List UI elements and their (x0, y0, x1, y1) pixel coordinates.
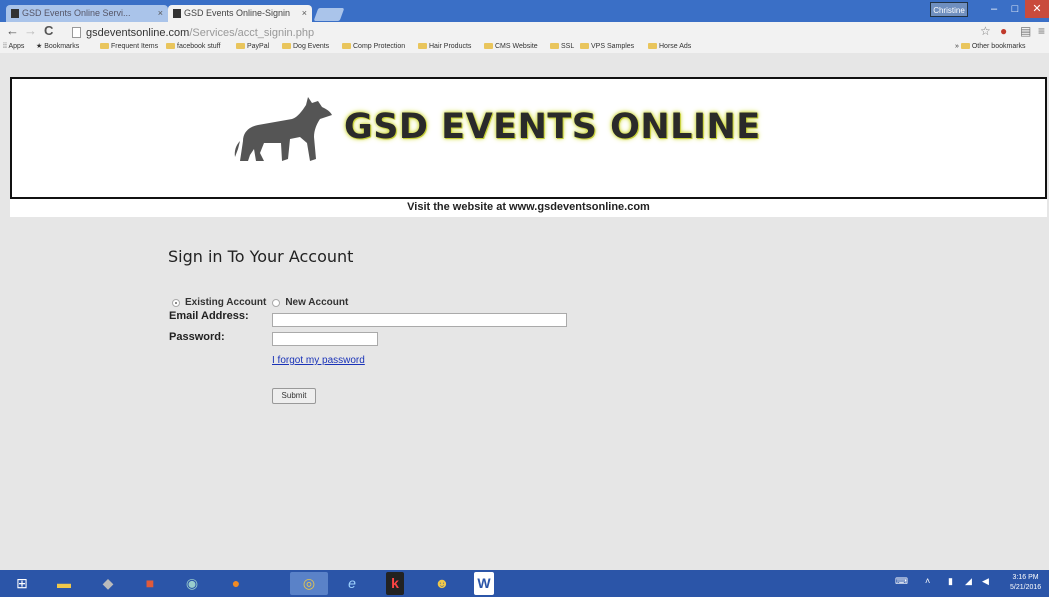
clock-date: 5/21/2016 (1010, 584, 1042, 591)
tab-gsd-events-online-signin[interactable]: GSD Events Online-Signin × (168, 5, 312, 22)
bookmarks-bar: ⁞⁞ Apps ★ Bookmarks Frequent Items faceb… (0, 41, 1049, 53)
new-account-label: New Account (285, 297, 349, 308)
folder-icon (236, 43, 245, 49)
bookmark-paypal[interactable]: PayPal (236, 41, 269, 53)
bookmark-vps-samples[interactable]: VPS Samples (580, 41, 634, 53)
folder-icon (550, 43, 559, 49)
site-banner: GSD EVENTS ONLINE (10, 77, 1047, 199)
address-domain: gsdeventsonline.com (86, 27, 190, 39)
chrome-icon[interactable]: ◎ (290, 572, 328, 595)
internet-explorer-icon[interactable]: e (340, 572, 364, 595)
page-icon (72, 27, 81, 38)
tab-label: GSD Events Online-Signin (184, 8, 291, 18)
forward-arrow-icon[interactable]: → (24, 23, 37, 38)
k-app-icon[interactable]: k (386, 572, 404, 595)
address-bar[interactable]: gsdeventsonline.com/Services/acct_signin… (72, 24, 952, 42)
browser-titlebar: GSD Events Online Servi... × GSD Events … (0, 0, 1049, 22)
folder-icon (282, 43, 291, 49)
bookmark-dog-events[interactable]: Dog Events (282, 41, 329, 53)
menu-icon[interactable]: ≡ (1038, 24, 1045, 38)
tab-gsd-events-online-services[interactable]: GSD Events Online Servi... × (6, 5, 168, 22)
folder-icon (166, 43, 175, 49)
favicon-icon (173, 9, 181, 18)
browser-toolbar: ← → C gsdeventsonline.com/Services/acct_… (0, 22, 1049, 53)
bookmark-cms-website[interactable]: CMS Website (484, 41, 538, 53)
folder-icon (960, 43, 970, 49)
forgot-password-link[interactable]: I forgot my password (272, 355, 365, 366)
extension-icon[interactable]: ● (1000, 24, 1007, 38)
folder-icon (484, 43, 493, 49)
star-icon[interactable]: ☆ (980, 24, 991, 38)
password-field[interactable] (272, 332, 378, 346)
tray-chevron-icon[interactable]: ˄ (925, 576, 930, 586)
address-path: /Services/acct_signin.php (189, 27, 315, 39)
apps-grid-icon: ⁞⁞ (3, 43, 7, 50)
email-label: Email Address: (169, 310, 249, 322)
folder-icon (418, 43, 427, 49)
bookmark-ssl[interactable]: SSL (550, 41, 574, 53)
start-icon[interactable]: ⊞ (8, 572, 36, 595)
reload-icon[interactable]: C (44, 23, 53, 38)
word-icon[interactable]: W (474, 572, 494, 595)
email-field[interactable] (272, 313, 567, 327)
existing-account-label: Existing Account (185, 297, 267, 308)
folder-icon (100, 43, 109, 49)
firefox-icon[interactable]: ● (224, 572, 248, 595)
profile-user-button[interactable]: Christine (930, 2, 968, 17)
volume-icon[interactable]: ◀ (982, 576, 989, 587)
app-icon[interactable]: ◉ (180, 572, 204, 595)
signin-heading: Sign in To Your Account (168, 247, 354, 266)
bookmark-other-bookmarks[interactable]: » Other bookmarks (955, 41, 1026, 53)
app-icon[interactable]: ☻ (430, 572, 454, 595)
site-title: GSD EVENTS ONLINE (344, 107, 761, 147)
visit-website-text: Visit the website at www.gsdeventsonline… (10, 199, 1047, 217)
folder-icon (580, 43, 589, 49)
bookmark-hair-products[interactable]: Hair Products (418, 41, 471, 53)
tab-label: GSD Events Online Servi... (22, 8, 131, 18)
german-shepherd-logo-icon (234, 97, 332, 161)
account-type-radio-group: Existing Account New Account (172, 297, 348, 308)
app-icon[interactable]: ◆ (96, 572, 120, 595)
bookmark-bookmarks[interactable]: ★ Bookmarks (36, 41, 79, 53)
battery-icon[interactable]: ▮ (948, 576, 953, 587)
star-icon: ★ (36, 43, 43, 50)
favicon-icon (11, 9, 19, 18)
folder-icon (648, 43, 657, 49)
close-window-button[interactable]: ✕ (1025, 0, 1049, 18)
page-content: GSD EVENTS ONLINE Visit the website at w… (0, 53, 1049, 570)
bookmark-facebook-stuff[interactable]: facebook stuff (166, 41, 220, 53)
existing-account-radio[interactable] (172, 298, 180, 307)
submit-button[interactable]: Submit (272, 388, 316, 404)
tab-close-icon[interactable]: × (302, 5, 307, 22)
minimize-button[interactable]: – (983, 0, 1005, 18)
network-icon[interactable]: ◢ (965, 576, 972, 587)
system-clock[interactable]: 3:16 PM 5/21/2016 (1010, 573, 1041, 593)
bookmark-frequent-items[interactable]: Frequent Items (100, 41, 158, 53)
bookmark-apps[interactable]: ⁞⁞ Apps (3, 41, 24, 53)
password-label: Password: (169, 331, 225, 343)
extension-icon[interactable]: ▤ (1020, 24, 1031, 38)
maximize-button[interactable]: □ (1005, 0, 1025, 18)
chevron-icon: » (955, 43, 959, 50)
new-tab-button[interactable] (313, 8, 345, 21)
back-arrow-icon[interactable]: ← (6, 23, 19, 38)
app-icon[interactable]: ■ (138, 572, 162, 595)
windows-taskbar: ⊞ ▬ ◆ ■ ◉ ● ◎ e k ☻ W ⌨ ˄ ▮ ◢ ◀ 3:16 PM … (0, 570, 1049, 597)
tab-close-icon[interactable]: × (158, 5, 163, 22)
keyboard-icon[interactable]: ⌨ (895, 576, 908, 587)
bookmark-horse-ads[interactable]: Horse Ads (648, 41, 691, 53)
file-explorer-icon[interactable]: ▬ (52, 572, 76, 595)
folder-icon (342, 43, 351, 49)
bookmark-comp-protection[interactable]: Comp Protection (342, 41, 405, 53)
clock-time: 3:16 PM (1012, 574, 1039, 581)
new-account-radio[interactable] (272, 298, 281, 307)
